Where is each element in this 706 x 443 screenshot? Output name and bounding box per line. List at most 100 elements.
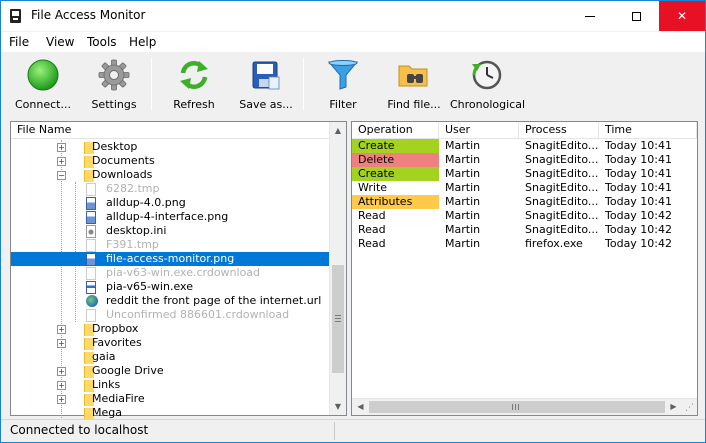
access-log-pane[interactable]: Operation User Process Time Create Martin…: [351, 121, 698, 416]
log-row[interactable]: Read Martin firefox.exe Today 10:42: [352, 237, 697, 251]
refresh-button[interactable]: Refresh: [161, 56, 227, 112]
log-row[interactable]: Delete Martin SnagitEdito... Today 10:41: [352, 153, 697, 167]
scroll-right-icon[interactable]: ▶: [665, 399, 682, 415]
scroll-down-icon[interactable]: ▼: [330, 398, 346, 415]
file-tree-pane[interactable]: File Name + Desktop + Documents − Downloads 62…: [10, 121, 347, 420]
user-cell: Martin: [445, 181, 481, 194]
resize-grip-icon[interactable]: ⋰: [685, 403, 695, 413]
expand-icon[interactable]: +: [57, 367, 66, 376]
tree-item[interactable]: file-access-monitor.png: [11, 252, 332, 266]
log-row[interactable]: Read Martin SnagitEdito... Today 10:42: [352, 209, 697, 223]
tree-item-label: Desktop: [92, 140, 138, 153]
tree-item-label: Dropbox: [92, 322, 139, 335]
log-row[interactable]: Read Martin SnagitEdito... Today 10:42: [352, 223, 697, 237]
list-horizontal-scrollbar[interactable]: ◀ ▶ ⋰: [352, 398, 697, 415]
scroll-up-icon[interactable]: ▲: [330, 122, 346, 139]
tree-item[interactable]: + Desktop: [11, 140, 332, 154]
tree-item[interactable]: + Favorites: [11, 336, 332, 350]
log-row[interactable]: Create Martin SnagitEdito... Today 10:41: [352, 139, 697, 153]
file-icon: [86, 267, 96, 280]
gear-icon: [98, 59, 130, 91]
maximize-button[interactable]: [613, 1, 659, 31]
tree-item[interactable]: 6282.tmp: [11, 182, 332, 196]
tree-item-label: alldup-4-interface.png: [106, 210, 229, 223]
tree-vertical-scrollbar[interactable]: ▲ ▼: [329, 122, 346, 415]
tree-item-label: gaia: [92, 350, 116, 363]
expand-icon[interactable]: +: [57, 157, 66, 166]
operation-cell: Read: [358, 209, 386, 222]
tree-item[interactable]: gaia: [11, 350, 332, 364]
column-header-file-name[interactable]: File Name: [11, 122, 331, 139]
tree-item[interactable]: Unconfirmed 886601.crdownload: [11, 308, 332, 322]
tree-item-label: F391.tmp: [106, 238, 159, 251]
expand-icon[interactable]: +: [57, 325, 66, 334]
title-bar[interactable]: File Access Monitor ✕: [1, 1, 705, 31]
operation-cell: Attributes: [352, 195, 439, 209]
column-header-process[interactable]: Process: [519, 122, 599, 139]
file-icon: [86, 183, 96, 196]
user-cell: Martin: [445, 195, 481, 208]
log-row[interactable]: Write Martin SnagitEdito... Today 10:41: [352, 181, 697, 195]
log-row[interactable]: Attributes Martin SnagitEdito... Today 10:4…: [352, 195, 697, 209]
tree-item-label: Links: [92, 378, 121, 391]
find-file-button[interactable]: Find file...: [382, 56, 446, 112]
tree-item-label: reddit the front page of the internet.ur…: [106, 294, 322, 307]
expand-icon[interactable]: +: [57, 381, 66, 390]
settings-button[interactable]: Settings: [81, 56, 147, 112]
column-header-operation[interactable]: Operation: [352, 122, 439, 139]
menu-help[interactable]: Help: [129, 35, 156, 49]
connect-button[interactable]: Connect...: [7, 56, 79, 112]
tree-item[interactable]: Mega: [11, 406, 332, 420]
user-cell: Martin: [445, 223, 481, 236]
time-cell: Today 10:41: [605, 181, 673, 194]
tree-item[interactable]: F391.tmp: [11, 238, 332, 252]
operation-cell: Delete: [352, 153, 439, 167]
tree-item[interactable]: pia-v63-win.exe.crdownload: [11, 266, 332, 280]
tree-item[interactable]: alldup-4.0.png: [11, 196, 332, 210]
save-as-button[interactable]: Save as...: [233, 56, 299, 112]
maximize-icon: [631, 12, 641, 21]
tree-item[interactable]: + Dropbox: [11, 322, 332, 336]
expand-icon[interactable]: +: [57, 143, 66, 152]
scroll-thumb[interactable]: [332, 265, 344, 373]
toolbar-separator: [303, 58, 304, 110]
minimize-button[interactable]: [567, 1, 613, 31]
process-cell: SnagitEdito...: [525, 153, 599, 166]
tree-item-label: 6282.tmp: [106, 182, 160, 195]
log-row[interactable]: Create Martin SnagitEdito... Today 10:41: [352, 167, 697, 181]
process-cell: SnagitEdito...: [525, 167, 599, 180]
tree-item[interactable]: desktop.ini: [11, 224, 332, 238]
expand-icon[interactable]: +: [57, 339, 66, 348]
collapse-icon[interactable]: −: [57, 171, 66, 180]
tree-item-label: Favorites: [92, 336, 142, 349]
menu-file[interactable]: File: [9, 35, 29, 49]
tree-item[interactable]: − Downloads: [11, 168, 332, 182]
tree-item[interactable]: + MediaFire: [11, 392, 332, 406]
scroll-left-icon[interactable]: ◀: [352, 399, 369, 415]
column-header-user[interactable]: User: [439, 122, 519, 139]
menu-tools[interactable]: Tools: [87, 35, 117, 49]
grip-line: [335, 321, 341, 322]
grip-line: [512, 404, 513, 410]
tree-item[interactable]: + Links: [11, 378, 332, 392]
scroll-thumb[interactable]: [369, 401, 665, 413]
user-cell: Martin: [445, 153, 481, 166]
filter-button[interactable]: Filter: [313, 56, 373, 112]
tree-item[interactable]: + Documents: [11, 154, 332, 168]
tree-item-label: Mega: [92, 406, 122, 419]
expand-icon[interactable]: +: [57, 395, 66, 404]
close-button[interactable]: ✕: [659, 1, 705, 31]
tree-item[interactable]: + Google Drive: [11, 364, 332, 378]
image-file-icon: [86, 253, 96, 266]
menu-view[interactable]: View: [46, 35, 74, 49]
chronological-button[interactable]: Chronological: [450, 56, 525, 112]
save-icon: [252, 61, 280, 90]
exe-file-icon: [86, 281, 96, 294]
operation-cell: Write: [358, 181, 388, 194]
image-file-icon: [86, 197, 96, 210]
close-icon: ✕: [676, 9, 688, 23]
tree-item[interactable]: pia-v65-win.exe: [11, 280, 332, 294]
tree-item[interactable]: reddit the front page of the internet.ur…: [11, 294, 332, 308]
tree-item[interactable]: alldup-4-interface.png: [11, 210, 332, 224]
column-header-time[interactable]: Time: [599, 122, 697, 139]
